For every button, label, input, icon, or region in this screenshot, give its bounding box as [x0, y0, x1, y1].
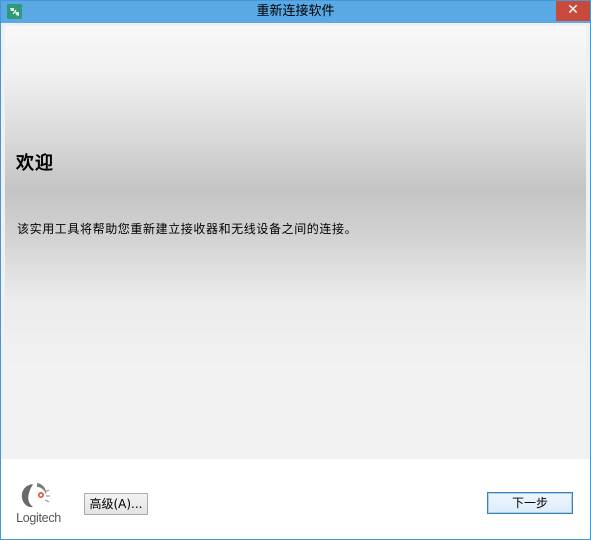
window-title: 重新连接软件 — [256, 4, 335, 19]
welcome-heading: 欢迎 — [16, 153, 54, 174]
title-bar[interactable]: 重新连接软件 ✕ — [1, 1, 590, 23]
dialog-window: 重新连接软件 ✕ 欢迎 该实用工具将帮助您重新建立接收器和无线设备之间的连接。 … — [0, 0, 591, 540]
description-text: 该实用工具将帮助您重新建立接收器和无线设备之间的连接。 — [17, 222, 358, 236]
logitech-logo: Logitech — [11, 481, 66, 531]
advanced-button[interactable]: 高级(A)... — [84, 493, 148, 515]
footer-bar: Logitech 高级(A)... 下一步 — [1, 459, 590, 539]
logitech-logo-icon — [21, 483, 50, 508]
content-panel: 欢迎 该实用工具将帮助您重新建立接收器和无线设备之间的连接。 — [5, 26, 586, 458]
logo-text: Logitech — [16, 511, 61, 525]
next-button[interactable]: 下一步 — [487, 492, 573, 514]
close-button[interactable]: ✕ — [556, 1, 590, 21]
